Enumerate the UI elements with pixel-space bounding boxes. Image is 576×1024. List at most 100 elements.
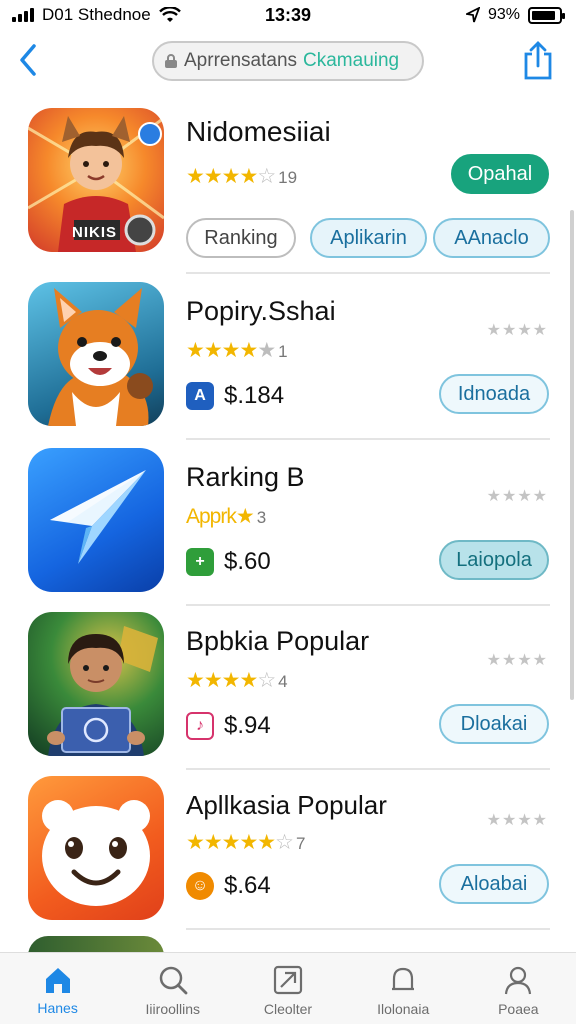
chip-aplikasi[interactable]: Aplikarin — [310, 218, 427, 258]
rating: ★★★★★ 1 — [186, 338, 288, 363]
get-button[interactable]: Idnoada — [439, 374, 549, 414]
list-item[interactable]: Apllkasia Popular ★★★★★☆ 7 ★★★★ ☺ $.64 Al… — [0, 774, 576, 938]
mini-rating: ★★★★ — [486, 488, 548, 505]
tab-bar: Hanes Iiiroollins Cleolter Ilolonaia Poa… — [0, 952, 576, 1024]
app-name: Nidomesiiai — [186, 116, 331, 147]
app-name: Rarking B — [186, 462, 305, 492]
mini-rating: ★★★★ — [486, 812, 548, 829]
mini-rating: ★★★★ — [486, 322, 548, 339]
battery-fill — [532, 10, 556, 20]
developer-icon: ♪ — [186, 712, 214, 740]
rating: ★★★★☆ 4 — [186, 668, 288, 693]
rating-empty-star: ★ — [257, 339, 276, 362]
developer-icon: A — [186, 382, 214, 410]
get-button[interactable]: Opahal — [451, 154, 549, 194]
chevron-left-icon — [20, 44, 36, 76]
status-left: D01 Sthednoe — [12, 5, 181, 25]
price: $.64 — [224, 872, 271, 899]
rating-stars: ★★★★ — [186, 669, 258, 692]
nav-bar: Aprrensatans Ckamauing — [0, 34, 576, 90]
lock-icon — [165, 54, 177, 68]
rating-empty-star: ☆ — [257, 669, 276, 692]
rating-empty-star: ☆ — [275, 831, 294, 854]
divider — [186, 438, 550, 440]
search-icon — [159, 966, 188, 994]
tab-search[interactable]: Iiiroollins — [118, 965, 228, 1017]
rating-count: 7 — [295, 834, 306, 853]
developer-icon: ☺ — [186, 872, 214, 900]
price-line: + $.60 — [186, 548, 271, 576]
rating: ★★★★★☆ 7 — [186, 830, 305, 855]
rating-count: 3 — [256, 508, 267, 527]
carrier-label: D01 Sthednoe — [42, 5, 151, 24]
tab-profile[interactable]: Poaea — [463, 965, 573, 1017]
mini-rating: ★★★★ — [486, 652, 548, 669]
divider — [186, 604, 550, 606]
divider — [186, 928, 550, 930]
rating: Apprk★ 3 — [186, 504, 266, 529]
tab-notifications[interactable]: Ilolonaia — [348, 965, 458, 1017]
hero-game-icon[interactable]: NIKIS — [28, 108, 164, 252]
rating: ★★★★☆ 19 — [186, 164, 297, 189]
icon-badge-text: NIKIS — [72, 224, 118, 241]
price-line: ☺ $.64 — [186, 872, 271, 900]
wifi-icon — [158, 7, 181, 22]
chip-anaclo[interactable]: AAnaclo — [433, 218, 550, 258]
paper-plane-icon[interactable] — [28, 448, 164, 592]
price: $.184 — [224, 382, 285, 409]
search-field[interactable]: Aprrensatans Ckamauing — [152, 41, 424, 81]
tab-label: Iiiroollins — [145, 1000, 201, 1017]
person-icon — [505, 966, 532, 994]
battery-icon — [528, 6, 565, 24]
share-icon — [524, 41, 552, 80]
tab-label: Cleolter — [263, 1000, 313, 1017]
back-button[interactable] — [10, 40, 46, 80]
divider — [186, 768, 550, 770]
price-line: ♪ $.94 — [186, 712, 271, 740]
status-time: 13:39 — [264, 4, 312, 25]
developer-icon: + — [186, 548, 214, 576]
search-text: Aprrensatans — [184, 50, 298, 71]
battery-percent: 93% — [487, 6, 520, 23]
price: $.94 — [224, 712, 271, 739]
app-name: Apllkasia Popular — [186, 790, 387, 820]
tab-label: Ilolonaia — [377, 1000, 430, 1017]
rating-stars: ★★★★ — [186, 339, 258, 362]
tab-label: Poaea — [498, 1000, 539, 1017]
tab-label: Hanes — [37, 999, 78, 1016]
search-accent-text: Ckamauing — [303, 50, 400, 71]
get-button[interactable]: Dloakai — [439, 704, 549, 744]
get-button[interactable]: Laiopola — [439, 540, 549, 580]
rating-count: 19 — [278, 168, 298, 187]
list-item[interactable]: Rarking B Apprk★ 3 ★★★★ + $.60 Laiopola — [0, 448, 576, 612]
tab-apps[interactable]: Cleolter — [233, 965, 343, 1017]
status-bar: D01 Sthednoe 13:39 93% — [0, 0, 576, 30]
fox-icon[interactable] — [28, 282, 164, 426]
rating-stars: ★ — [235, 505, 255, 528]
home-icon — [45, 967, 70, 993]
signal-icon — [12, 8, 34, 22]
price: $.60 — [224, 548, 271, 575]
boy-laptop-icon[interactable] — [28, 612, 164, 756]
bear-face-icon[interactable] — [28, 776, 164, 920]
list-item[interactable]: NIKIS Nidomesiiai ★★★★☆ 19 Opahal Ranking… — [0, 108, 576, 274]
divider — [186, 272, 550, 274]
chip-ranking[interactable]: Ranking — [186, 218, 296, 258]
app-name: Bpbkia Popular — [186, 626, 370, 656]
bell-icon — [392, 967, 415, 990]
rating-count: 1 — [278, 342, 288, 361]
rating-stars: ★★★★★ — [186, 831, 276, 854]
app-name: Popiry.Sshai — [186, 296, 336, 326]
get-button[interactable]: Aloabai — [439, 864, 549, 904]
apps-icon — [273, 965, 303, 994]
tab-home[interactable]: Hanes — [3, 966, 113, 1016]
list-item[interactable]: Bpbkia Popular ★★★★☆ 4 ★★★★ ♪ $.94 Dloaka… — [0, 612, 576, 776]
rating-empty-star: ☆ — [257, 165, 276, 188]
share-button[interactable] — [520, 38, 556, 82]
rating-text: Apprk — [186, 505, 237, 528]
scroll-indicator[interactable] — [570, 210, 574, 700]
rating-stars: ★★★★ — [186, 165, 258, 188]
list-item[interactable]: Popiry.Sshai ★★★★★ 1 ★★★★ A $.184 Idnoada — [0, 282, 576, 446]
location-arrow-icon — [465, 7, 480, 23]
rating-count: 4 — [278, 672, 288, 691]
